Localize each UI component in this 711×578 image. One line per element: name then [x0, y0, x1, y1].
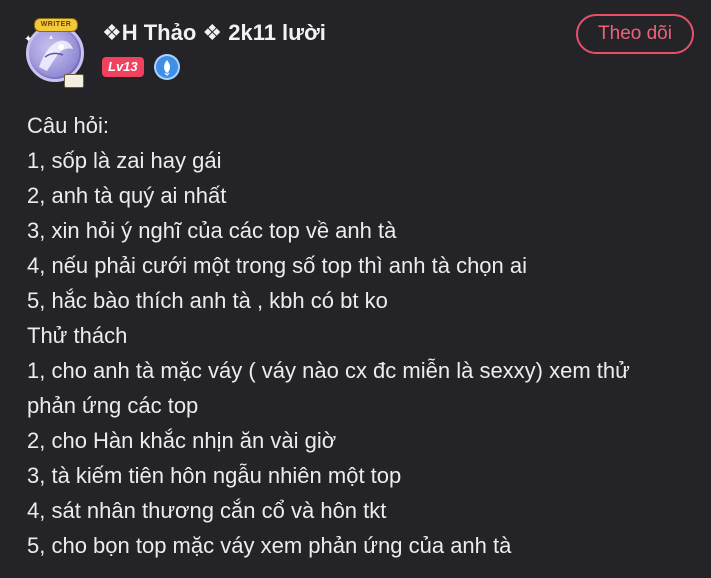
post-line: 4, nếu phải cưới một trong số top thì an…	[27, 253, 528, 278]
post-line: phản ứng các top	[27, 393, 199, 418]
level-badge: Lv13	[102, 57, 144, 77]
sparkle-icon: ✦	[24, 34, 33, 45]
post-line: Thử thách	[27, 323, 128, 348]
verified-badge-icon	[156, 56, 179, 78]
post-line: 1, sốp là zai hay gái	[27, 148, 222, 173]
username[interactable]: ❖H Thảo ❖ 2k11 lười	[102, 20, 326, 46]
post-line: 4, sát nhân thương cắn cổ và hôn tkt	[27, 498, 387, 523]
post-line: 5, cho bọn top mặc váy xem phản ứng của …	[27, 533, 512, 558]
post-line: 1, cho anh tà mặc váy ( váy nào cx đc mi…	[27, 358, 630, 383]
post-content: Câu hỏi: 1, sốp là zai hay gái 2, anh tà…	[27, 108, 697, 563]
post-header: WRITER ✦ ❖H Thảo ❖ 2k11 lười Lv13 Theo d…	[22, 14, 694, 90]
avatar-illustration	[31, 29, 79, 77]
book-icon	[64, 74, 84, 88]
follow-button[interactable]: Theo dõi	[576, 14, 694, 54]
post-line: 2, anh tà quý ai nhất	[27, 183, 227, 208]
writer-badge: WRITER	[34, 18, 78, 32]
post-line: 3, xin hỏi ý nghĩ của các top về anh tà	[27, 218, 397, 243]
post-line: 5, hắc bào thích anh tà , kbh có bt ko	[27, 288, 388, 313]
post-line: 2, cho Hàn khắc nhịn ăn vài giờ	[27, 428, 337, 453]
post-line: Câu hỏi:	[27, 113, 109, 138]
user-badges: Lv13	[102, 56, 179, 78]
post-line: 3, tà kiếm tiên hôn ngẫu nhiên một top	[27, 463, 402, 488]
avatar[interactable]: WRITER ✦	[22, 14, 92, 90]
